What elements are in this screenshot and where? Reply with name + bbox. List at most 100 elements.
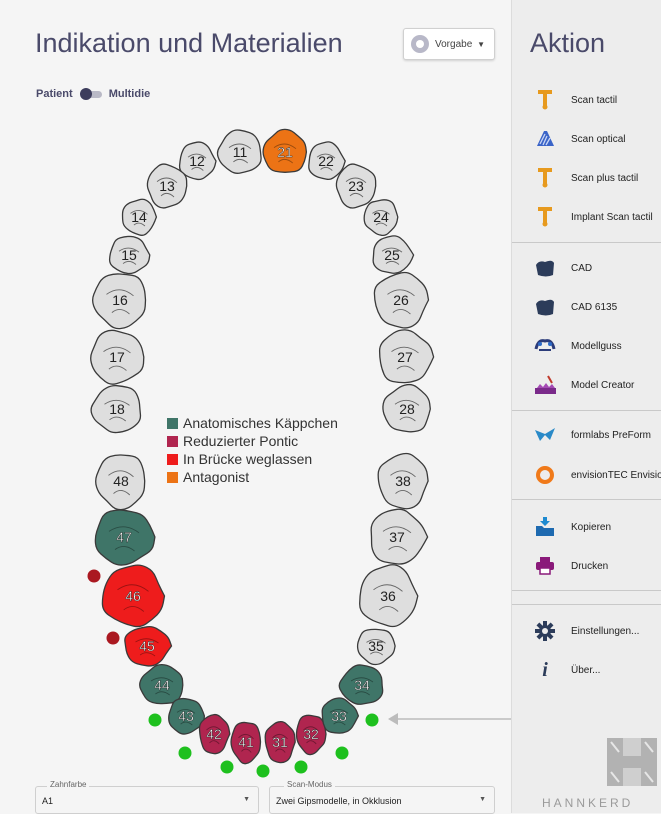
bridge-marker-green[interactable] — [335, 746, 349, 760]
tooth-46[interactable]: 46 — [101, 564, 166, 628]
tooth-number: 27 — [397, 349, 413, 365]
indication-panel: Indikation und Materialien Vorgabe ▼ Pat… — [0, 0, 511, 814]
legend-item: Anatomisches Käppchen — [167, 414, 338, 432]
tactile-probe-icon — [534, 206, 556, 228]
action-scan-tactil[interactable]: Scan tactil — [534, 85, 617, 115]
action-scan-plus-tactil[interactable]: Scan plus tactil — [534, 163, 638, 193]
tooth-number: 42 — [206, 726, 222, 742]
chevron-down-icon: ▼ — [243, 796, 250, 803]
legend-item: In Brücke weglassen — [167, 450, 338, 468]
dental-chart: 11 12 13 14 15 16 17 18 21 22 23 24 25 26 27 28 48 47 46 45… — [87, 128, 511, 778]
tooth-45[interactable]: 45 — [124, 625, 173, 667]
tooth-number: 25 — [384, 247, 400, 263]
tooth-42[interactable]: 42 — [198, 713, 231, 755]
tooth-number: 15 — [121, 247, 137, 263]
bridge-marker-green[interactable] — [294, 760, 308, 774]
legend: Anatomisches Käppchen Reduzierter Pontic… — [167, 414, 338, 486]
tooth-number: 26 — [393, 292, 409, 308]
scan-mode-select[interactable]: Scan-Modus Zwei Gipsmodelle, in Okklusio… — [269, 780, 495, 814]
tooth-41[interactable]: 41 — [230, 721, 262, 765]
tooth-44[interactable]: 44 — [139, 663, 184, 705]
tooth-number: 13 — [159, 178, 175, 194]
tooth-number: 34 — [354, 677, 370, 693]
tooth-17[interactable]: 17 — [90, 329, 145, 385]
connector-arrow-icon — [388, 713, 398, 725]
divider — [512, 410, 661, 411]
tooth-number: 18 — [109, 401, 125, 417]
tooth-13[interactable]: 13 — [146, 163, 188, 209]
legend-item: Antagonist — [167, 468, 338, 486]
legend-swatch — [167, 471, 178, 483]
copy-icon — [534, 516, 556, 538]
tooth-number: 33 — [331, 708, 347, 724]
tooth-38[interactable]: 38 — [377, 452, 429, 510]
optical-scan-icon — [534, 128, 556, 150]
tooth-number: 38 — [395, 473, 411, 489]
tooth-number: 22 — [318, 153, 334, 169]
tooth-31[interactable]: 31 — [264, 720, 296, 764]
tooth-number: 41 — [238, 734, 254, 750]
tooth-34[interactable]: 34 — [338, 664, 384, 705]
tooth-number: 21 — [277, 144, 293, 160]
scan-mode-value: Zwei Gipsmodelle, in Okklusion — [276, 796, 402, 806]
action-formlabs-preform[interactable]: formlabs PreForm — [534, 420, 651, 450]
tooth-number: 24 — [373, 209, 389, 225]
tooth-48[interactable]: 48 — [95, 454, 146, 511]
tooth-37[interactable]: 37 — [370, 508, 429, 565]
tooth-27[interactable]: 27 — [378, 329, 435, 384]
legend-swatch — [167, 453, 178, 465]
tooth-11[interactable]: 11 — [216, 129, 262, 174]
tooth-23[interactable]: 23 — [335, 163, 377, 209]
tooth-number: 32 — [303, 726, 319, 742]
shade-select[interactable]: Zahnfarbe A1 ▼ — [35, 780, 259, 814]
tooth-14[interactable]: 14 — [121, 198, 158, 236]
gear-icon — [534, 620, 556, 642]
bridge-marker-green[interactable] — [220, 760, 234, 774]
info-icon: i — [542, 658, 548, 681]
action-panel: Aktion Scan tactil Scan optical Scan plu… — [511, 0, 661, 813]
bridge-marker-red[interactable] — [87, 569, 101, 583]
action-model-creator[interactable]: Model Creator — [534, 370, 634, 400]
action-einstellungen[interactable]: Einstellungen... — [534, 616, 639, 646]
bridge-marker-red[interactable] — [106, 631, 120, 645]
divider — [512, 242, 661, 243]
tactile-probe-icon — [534, 89, 556, 111]
action-envisiontec[interactable]: envisionTEC Envisio — [534, 460, 661, 490]
tooth-number: 46 — [125, 588, 141, 604]
tooth-15[interactable]: 15 — [108, 235, 151, 275]
logo-text: HANNKERD — [542, 796, 634, 810]
shade-value: A1 — [42, 796, 54, 806]
tooth-28[interactable]: 28 — [382, 383, 431, 433]
action-kopieren[interactable]: Kopieren — [534, 512, 611, 542]
tooth-32[interactable]: 32 — [295, 714, 327, 756]
bridge-marker-green[interactable] — [148, 713, 162, 727]
tooth-26[interactable]: 26 — [373, 271, 430, 329]
action-implant-scan-tactil[interactable]: Implant Scan tactil — [534, 202, 653, 232]
tooth-number: 47 — [116, 529, 132, 545]
bridge-marker-green[interactable] — [178, 746, 192, 760]
tooth-21[interactable]: 21 — [262, 128, 308, 173]
tooth-24[interactable]: 24 — [363, 199, 399, 237]
action-cad[interactable]: CAD — [534, 253, 592, 283]
tooth-number: 28 — [399, 401, 415, 417]
action-ueber[interactable]: i Über... — [534, 655, 600, 685]
tooth-12[interactable]: 12 — [178, 141, 217, 181]
tooth-number: 48 — [113, 473, 129, 489]
action-modellguss[interactable]: Modellguss — [534, 331, 622, 361]
action-cad-6135[interactable]: CAD 6135 — [534, 292, 617, 322]
tooth-36[interactable]: 36 — [359, 564, 419, 628]
action-scan-optical[interactable]: Scan optical — [534, 124, 625, 154]
tooth-35[interactable]: 35 — [356, 628, 396, 666]
legend-swatch — [167, 435, 178, 447]
tooth-16[interactable]: 16 — [92, 273, 147, 330]
tooth-number: 12 — [189, 153, 205, 169]
tooth-18[interactable]: 18 — [90, 384, 142, 434]
action-drucken[interactable]: Drucken — [534, 551, 608, 581]
tooth-number: 14 — [131, 209, 147, 225]
action-title: Aktion — [530, 28, 606, 58]
tooth-47[interactable]: 47 — [94, 509, 156, 566]
tooth-25[interactable]: 25 — [372, 235, 415, 274]
bridge-marker-green[interactable] — [256, 764, 270, 778]
model-casting-icon — [534, 335, 556, 357]
bridge-marker-green[interactable] — [365, 713, 379, 727]
